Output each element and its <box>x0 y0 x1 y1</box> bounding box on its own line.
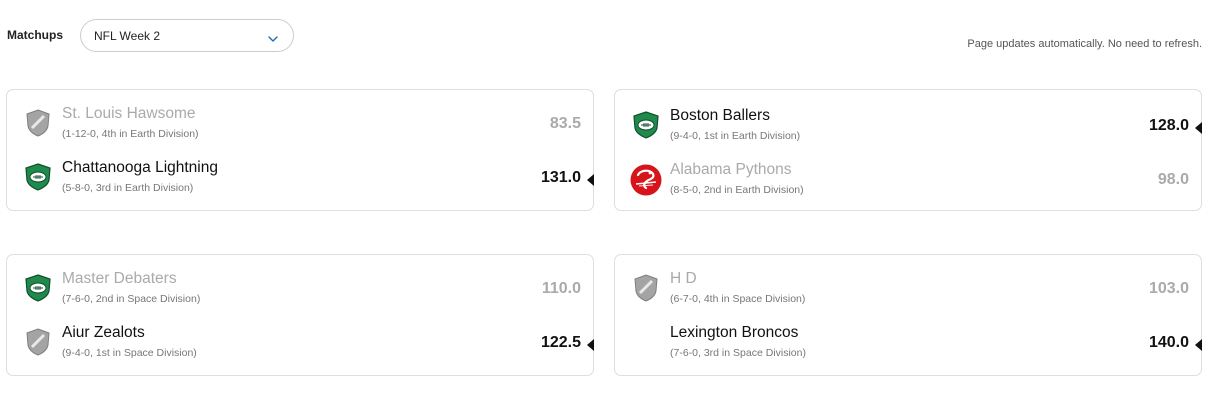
grey-shield-icon <box>23 108 53 138</box>
team-score: 83.5 <box>549 115 581 132</box>
winner-indicator-icon <box>587 174 594 186</box>
team-row-away[interactable]: H D (6-7-0, 4th in Space Division) 103.0 <box>615 267 1201 313</box>
green-helmet-icon <box>631 110 661 140</box>
grey-shield-icon <box>631 273 661 303</box>
python-logo-icon <box>630 164 662 196</box>
team-row-away[interactable]: Master Debaters (7-6-0, 2nd in Space Div… <box>7 267 593 313</box>
team-score: 131.0 <box>540 169 581 186</box>
team-record: (7-6-0, 3rd in Space Division) <box>670 347 806 359</box>
matchup-card[interactable]: St. Louis Hawsome (1-12-0, 4th in Earth … <box>6 89 594 211</box>
team-score: 128.0 <box>1148 117 1189 134</box>
winner-indicator-icon <box>1195 122 1202 134</box>
green-helmet-icon <box>23 273 53 303</box>
team-name: Aiur Zealots <box>62 324 145 341</box>
team-score: 122.5 <box>540 334 581 351</box>
team-score: 110.0 <box>541 280 581 297</box>
team-name: Master Debaters <box>62 270 177 287</box>
grey-shield-icon <box>23 327 53 357</box>
team-row-home[interactable]: Alabama Pythons (8-5-0, 2nd in Earth Div… <box>615 158 1201 204</box>
week-select-dropdown[interactable]: NFL Week 2 <box>80 19 294 52</box>
team-row-home[interactable]: Chattanooga Lightning (5-8-0, 3rd in Ear… <box>7 156 594 202</box>
team-name: Lexington Broncos <box>670 324 799 341</box>
team-row-away[interactable]: St. Louis Hawsome (1-12-0, 4th in Earth … <box>7 102 593 148</box>
team-record: (8-5-0, 2nd in Earth Division) <box>670 184 804 196</box>
team-record: (6-7-0, 4th in Space Division) <box>670 293 806 305</box>
matchups-label: Matchups <box>7 28 64 42</box>
team-score: 140.0 <box>1148 334 1189 351</box>
team-row-away[interactable]: Boston Ballers (9-4-0, 1st in Earth Divi… <box>615 104 1202 150</box>
team-score: 98.0 <box>1157 171 1189 188</box>
team-name: Chattanooga Lightning <box>62 159 218 176</box>
team-record: (9-4-0, 1st in Space Division) <box>62 347 197 359</box>
team-record: (1-12-0, 4th in Earth Division) <box>62 128 199 140</box>
matchup-card[interactable]: H D (6-7-0, 4th in Space Division) 103.0… <box>614 254 1202 376</box>
auto-update-note: Page updates automatically. No need to r… <box>967 38 1202 50</box>
matchup-card[interactable]: Boston Ballers (9-4-0, 1st in Earth Divi… <box>614 89 1202 211</box>
chevron-down-icon <box>267 31 279 42</box>
winner-indicator-icon <box>587 339 594 351</box>
team-record: (9-4-0, 1st in Earth Division) <box>670 130 801 142</box>
team-name: Boston Ballers <box>670 107 770 124</box>
team-score: 103.0 <box>1148 280 1189 297</box>
team-name: H D <box>670 270 697 287</box>
week-select-value: NFL Week 2 <box>94 29 161 43</box>
team-row-home[interactable]: Aiur Zealots (9-4-0, 1st in Space Divisi… <box>7 321 594 367</box>
winner-indicator-icon <box>1195 339 1202 351</box>
top-bar: Matchups NFL Week 2 Page updates automat… <box>0 0 1209 70</box>
team-name: St. Louis Hawsome <box>62 105 196 122</box>
team-record: (7-6-0, 2nd in Space Division) <box>62 293 201 305</box>
green-helmet-icon <box>23 162 53 192</box>
team-name: Alabama Pythons <box>670 161 792 178</box>
team-record: (5-8-0, 3rd in Earth Division) <box>62 182 194 194</box>
matchup-card[interactable]: Master Debaters (7-6-0, 2nd in Space Div… <box>6 254 594 376</box>
team-row-home[interactable]: Lexington Broncos (7-6-0, 3rd in Space D… <box>615 321 1202 367</box>
